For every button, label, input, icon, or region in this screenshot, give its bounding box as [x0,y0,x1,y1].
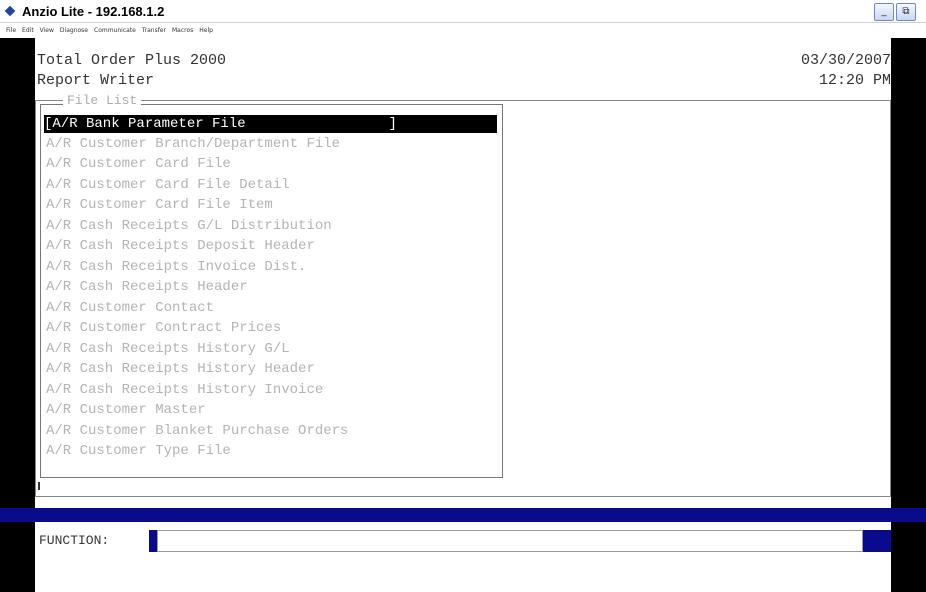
file-list-item[interactable]: A/R Cash Receipts G/L Distribution [46,217,498,235]
file-list-item[interactable]: A/R Cash Receipts Deposit Header [46,237,498,255]
menu-transfer[interactable]: Transfer [142,27,166,34]
file-list-item[interactable]: A/R Customer Card File Item [46,196,498,214]
menu-file[interactable]: File [6,27,16,34]
function-row-edge [863,530,891,552]
file-list-title: File List [63,93,142,108]
menu-communicate[interactable]: Communicate [94,27,136,34]
file-list-item[interactable]: A/R Customer Contact [46,299,498,317]
file-list-item[interactable]: A/R Customer Card File [46,155,498,173]
status-bar [0,508,926,522]
file-list-item[interactable]: A/R Customer Master [46,401,498,419]
file-list-item[interactable]: A/R Cash Receipts Header [46,278,498,296]
menu-macros[interactable]: Macros [172,27,193,34]
file-list-item[interactable]: A/R Cash Receipts History Header [46,360,498,378]
function-row: FUNCTION: [35,530,891,554]
module-name: Report Writer [37,72,155,89]
menu-help[interactable]: Help [199,27,213,34]
menu-bar: File Edit View Diagnose Communicate Tran… [0,23,926,37]
minimize-button[interactable]: _ [874,3,894,21]
file-list-item[interactable]: A/R Cash Receipts Invoice Dist. [46,258,498,276]
function-input[interactable] [157,530,863,552]
restore-button[interactable]: ⧉ [896,3,916,21]
file-list-item[interactable]: A/R Customer Contract Prices [46,319,498,337]
text-cursor [38,482,40,490]
menu-view[interactable]: View [40,27,54,34]
window-controls: _ ⧉ [874,3,916,21]
app-name: Total Order Plus 2000 [37,52,227,69]
file-list-item[interactable]: A/R Cash Receipts History G/L [46,340,498,358]
window-titlebar: Anzio Lite - 192.168.1.2 _ ⧉ [0,0,926,23]
file-list-item[interactable]: A/R Cash Receipts History Invoice [46,381,498,399]
menu-diagnose[interactable]: Diagnose [60,27,88,34]
file-list-item-selected[interactable]: [A/R Bank Parameter File ] [44,115,497,133]
function-label: FUNCTION: [35,530,147,552]
anzio-app-icon [4,5,16,17]
file-list-item[interactable]: A/R Customer Card File Detail [46,176,498,194]
window-title: Anzio Lite - 192.168.1.2 [22,3,165,19]
file-list-item[interactable]: A/R Customer Branch/Department File [46,135,498,153]
screen-date: 03/30/2007 [800,52,891,69]
function-row-divider [149,530,157,552]
menu-edit[interactable]: Edit [22,27,34,34]
file-list-item[interactable]: A/R Customer Type File [46,442,498,460]
file-list-item[interactable]: A/R Customer Blanket Purchase Orders [46,422,498,440]
screen-time: 12:20 PM [818,72,891,89]
